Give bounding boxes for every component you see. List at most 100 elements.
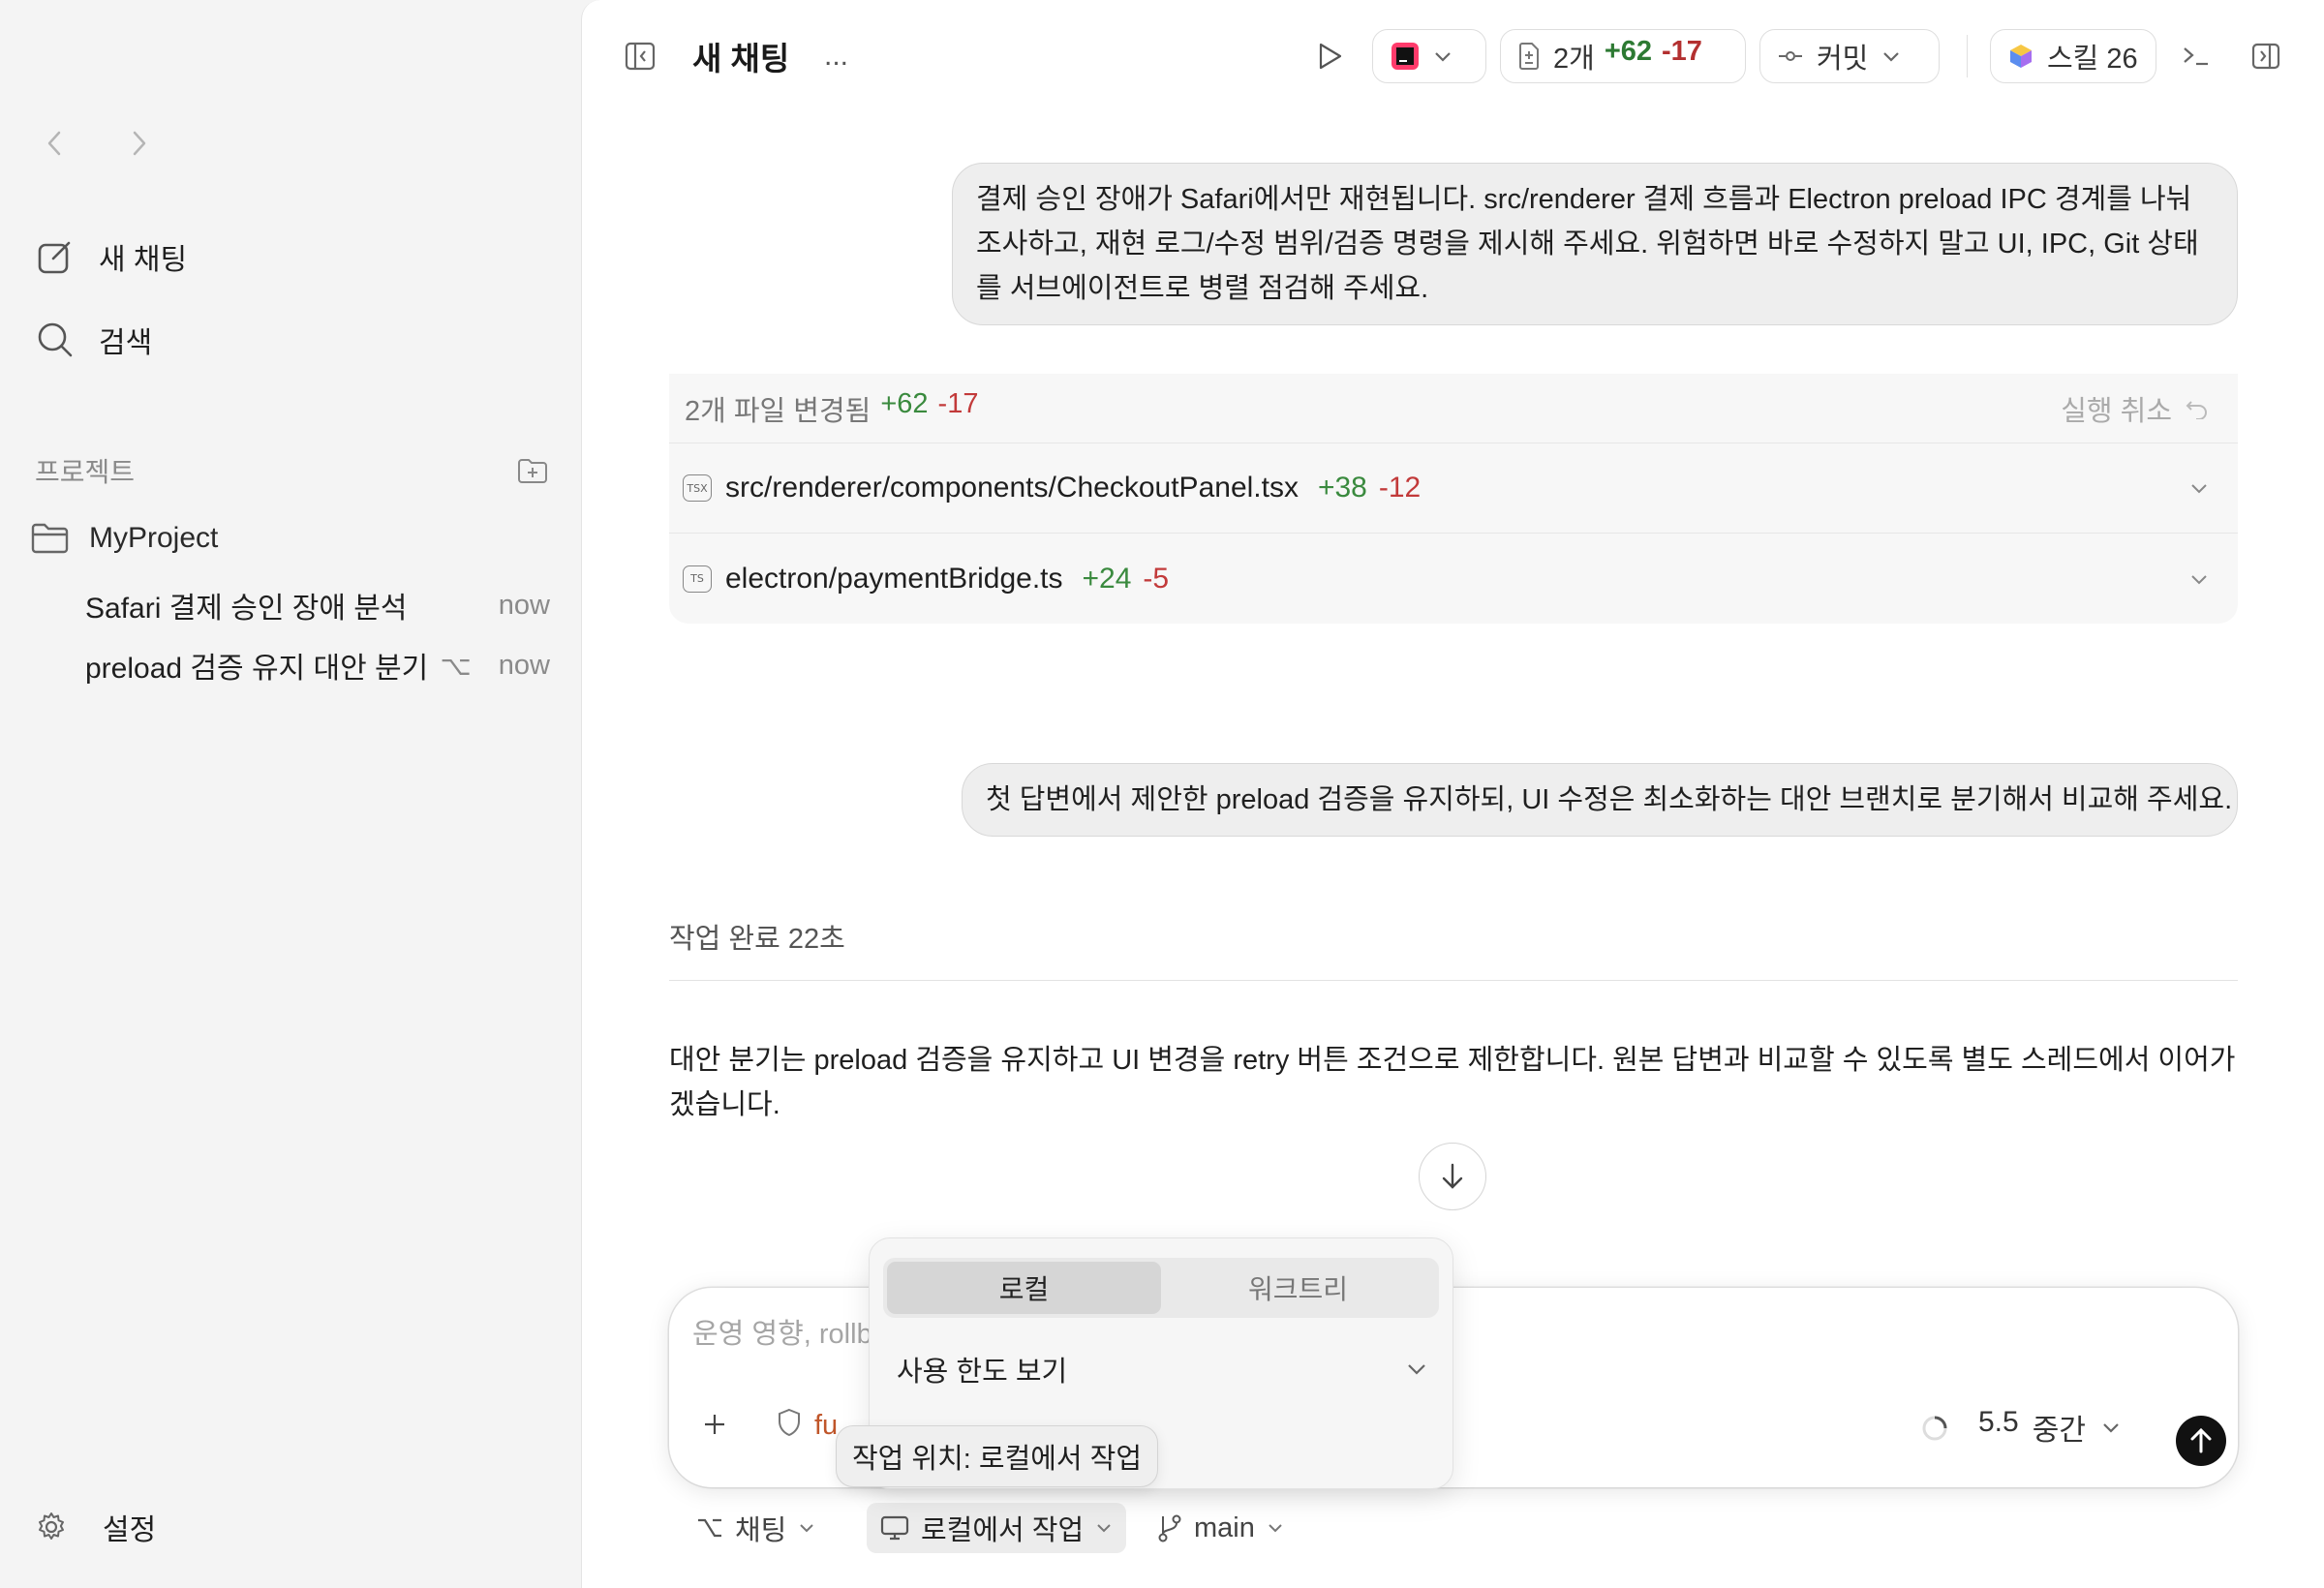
mode-label: 채팅 [735,1515,787,1546]
search-icon [35,320,76,360]
project-myproject[interactable]: MyProject [31,513,218,564]
file-add: +24 [1082,562,1132,595]
undo-label: 실행 취소 [2061,395,2172,427]
projects-label: 프로젝트 [35,457,136,487]
projects-header: 프로젝트 [35,447,548,494]
chevron-down-icon [1095,1522,1113,1534]
location-select[interactable]: 로컬에서 작업 [867,1503,1127,1553]
diff-add-count: +62 [1604,36,1653,67]
project-name: MyProject [89,522,219,554]
thread-item[interactable]: preload 검증 유지 대안 분기 ⌥ now [85,641,550,689]
changed-file-row[interactable]: TS electron/paymentBridge.ts +24 -5 [669,534,2238,624]
changes-add: +62 [880,387,929,419]
undo-icon [2186,398,2209,419]
commit-label: 커밋 [1817,44,1869,75]
chevron-down-icon[interactable] [2189,481,2209,495]
arrow-up-icon [2189,1427,2213,1454]
location-tooltip: 작업 위치: 로컬에서 작업 [836,1425,1159,1487]
chevron-down-icon [2101,1420,2121,1434]
thread-title: preload 검증 유지 대안 분기 [85,653,429,685]
ide-select[interactable] [1372,29,1486,83]
undo-button[interactable]: 실행 취소 [2061,388,2209,429]
file-name: src/renderer/components/CheckoutPanel.ts… [725,472,1299,504]
run-icon[interactable] [1316,29,1343,83]
shield-icon[interactable] [778,1408,801,1437]
branch-select[interactable]: main [1157,1503,1284,1553]
thread-item[interactable]: Safari 결제 승인 장애 분석 now [85,581,550,629]
chevron-down-icon[interactable] [2189,572,2209,586]
toggle-sidebar-icon[interactable] [625,29,656,83]
nav-arrows [43,128,151,159]
chevron-down-icon [1267,1522,1284,1534]
changes-del: -17 [937,387,979,419]
composer-input[interactable]: 운영 영향, rollb [692,1311,872,1352]
tab-worktree[interactable]: 워크트리 [1161,1262,1435,1314]
user-message: 첫 답변에서 제안한 preload 검증을 유지하되, UI 수정은 최소화하… [962,763,2238,837]
new-chat-button[interactable]: 새 채팅 [35,232,187,281]
usage-limit-item[interactable]: 사용 한도 보기 [897,1345,1427,1393]
top-bar: 새 채팅 ... 2개 +62 -17 커밋 스킬 26 [582,21,2324,89]
terminal-icon[interactable] [2182,29,2211,83]
diff-summary-button[interactable]: 2개 +62 -17 [1500,29,1746,83]
branch-label: main [1194,1512,1255,1543]
bottom-bar: 채팅 로컬에서 작업 main [582,1503,2324,1557]
changes-summary: 2개 파일 변경됨 [685,395,872,427]
file-add: +38 [1317,472,1367,504]
main-panel: 새 채팅 ... 2개 +62 -17 커밋 스킬 26 결제 승인 장애가 S… [581,0,2324,1588]
changed-file-row[interactable]: TSX src/renderer/components/CheckoutPane… [669,443,2238,534]
cube-icon [2008,43,2034,70]
location-label: 로컬에서 작업 [921,1515,1085,1546]
skills-label: 스킬 26 [2047,44,2138,75]
search-button[interactable]: 검색 [35,316,152,364]
effort-level: 중간 [2032,1415,2086,1447]
plus-icon[interactable] [702,1412,727,1437]
folder-icon [31,522,70,555]
chevron-down-icon [798,1522,815,1534]
skills-button[interactable]: 스킬 26 [1990,29,2156,83]
thread-title: Safari 결제 승인 장애 분석 [85,593,408,625]
forward-icon[interactable] [128,128,151,159]
file-del: -12 [1378,472,1422,504]
changes-header: 2개 파일 변경됨 +62 -17 실행 취소 [669,374,2238,443]
toolbar-divider [1967,35,1968,77]
ts-file-icon: TS [683,565,712,593]
thread-time: now [498,589,550,621]
mode-select[interactable]: 채팅 [696,1503,815,1553]
location-segmented-control: 로컬 워크트리 [883,1258,1439,1318]
file-del: -5 [1143,562,1170,595]
model-select[interactable]: 5.5 중간 [1978,1406,2121,1449]
fork-icon: ⌥ [440,650,472,681]
chevron-down-icon [1881,49,1901,63]
scroll-to-bottom-button[interactable] [1419,1143,1486,1210]
send-button[interactable] [2176,1416,2226,1466]
chevron-down-icon [1433,49,1452,63]
tab-local[interactable]: 로컬 [887,1262,1161,1314]
commit-button[interactable]: 커밋 [1759,29,1940,83]
toggle-panel-icon[interactable] [2251,29,2280,83]
usage-label: 사용 한도 보기 [897,1357,1068,1388]
changes-card: 2개 파일 변경됨 +62 -17 실행 취소 TSX src/renderer… [669,374,2238,624]
permission-label[interactable]: fu [814,1410,838,1442]
settings-label: 설정 [103,1514,157,1546]
arrow-down-icon [1440,1162,1465,1191]
file-name: electron/paymentBridge.ts [725,562,1063,595]
more-menu[interactable]: ... [824,29,848,83]
commit-icon [1778,48,1803,64]
tsx-file-icon: TSX [683,474,712,502]
new-chat-label: 새 채팅 [99,244,188,276]
add-folder-icon[interactable] [517,457,548,484]
git-branch-icon [1157,1513,1182,1542]
compose-icon [35,236,76,277]
diff-del-count: -17 [1662,36,1702,67]
option-key-icon [696,1516,723,1540]
thread-time: now [498,649,550,681]
assistant-message: 대안 분기는 preload 검증을 유지하고 UI 변경을 retry 버튼 … [669,1045,2236,1120]
file-diff-icon [1518,43,1540,70]
user-message: 결제 승인 장애가 Safari에서만 재현됩니다. src/renderer … [952,163,2238,325]
gear-icon [35,1511,68,1543]
back-icon[interactable] [43,128,66,159]
ide-icon [1391,42,1420,71]
model-version: 5.5 [1978,1406,2019,1438]
settings-button[interactable]: 설정 [35,1503,156,1551]
spinner-icon [1920,1414,1949,1443]
